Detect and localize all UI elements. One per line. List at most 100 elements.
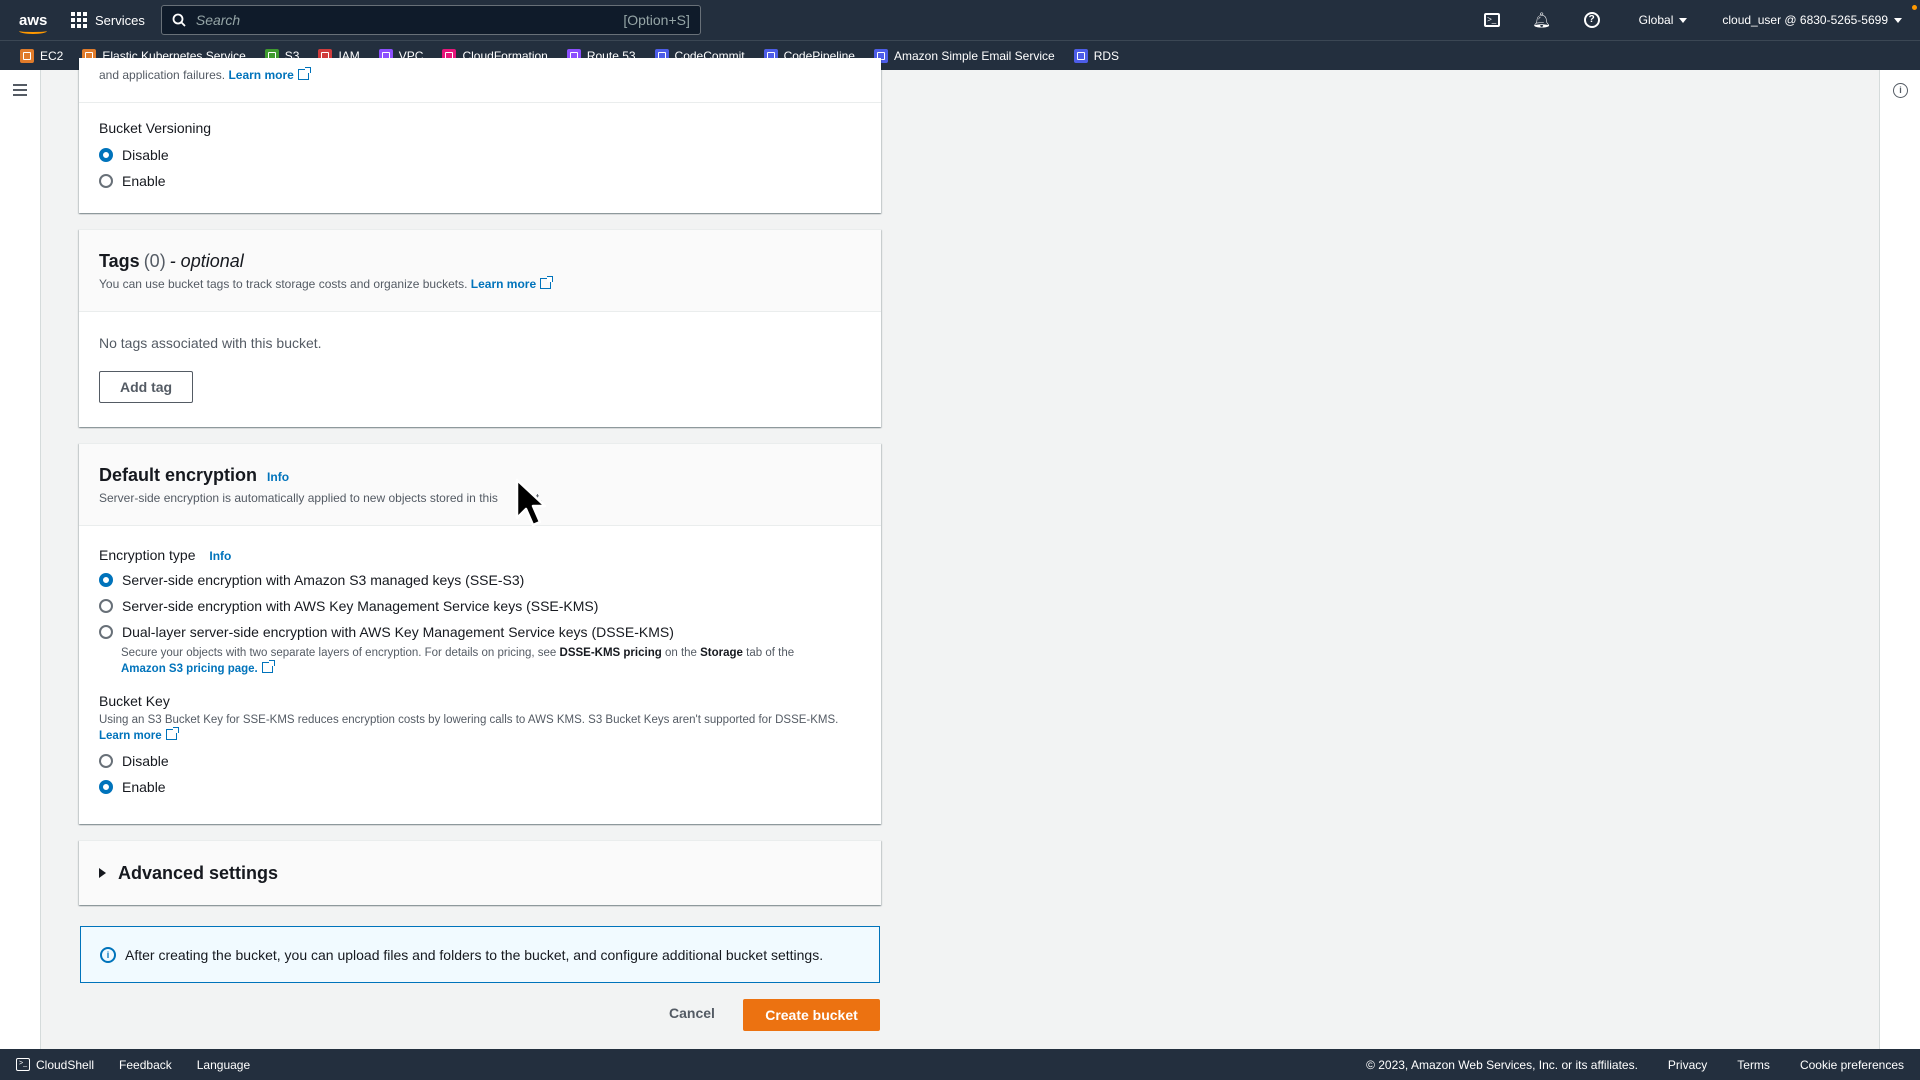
services-menu-button[interactable]: Services	[71, 12, 145, 28]
sse-kms-radio[interactable]: Server-side encryption with AWS Key Mana…	[99, 593, 861, 619]
versioning-enable-radio[interactable]: Enable	[99, 168, 861, 194]
help-icon: ?	[1583, 12, 1600, 28]
tags-learn-more-link[interactable]: Learn more	[471, 277, 536, 291]
search-input[interactable]: Search [Option+S]	[160, 5, 701, 35]
top-fragment: and application failures. Learn more	[79, 58, 881, 103]
bell-icon: 🔔︎	[1532, 12, 1552, 29]
feedback-link[interactable]: Feedback	[119, 1058, 172, 1072]
aws-smile-icon	[19, 28, 47, 34]
s3-pricing-page-link[interactable]: Amazon S3 pricing page.	[121, 663, 258, 675]
learn-more-link[interactable]: Learn more	[228, 68, 293, 82]
radio-selected-icon	[99, 573, 113, 587]
cloudshell-icon: >_	[16, 1058, 30, 1071]
terms-link[interactable]: Terms	[1737, 1058, 1770, 1072]
cloudshell-button[interactable]: >_	[1467, 13, 1517, 27]
bucket-key-label: Bucket Key	[99, 693, 170, 709]
grid-icon	[71, 12, 87, 28]
radio-label: Enable	[122, 779, 166, 795]
info-icon[interactable]: i	[1893, 83, 1908, 98]
aws-logo[interactable]: aws	[19, 11, 49, 34]
left-navigation-rail	[0, 70, 41, 1049]
account-menu[interactable]: cloud_user @ 6830-5265-5699	[1722, 13, 1902, 27]
sse-s3-radio[interactable]: Server-side encryption with Amazon S3 ma…	[99, 567, 861, 593]
info-icon: i	[100, 946, 116, 963]
versioning-disable-radio[interactable]: Disable	[99, 142, 861, 168]
right-help-rail: i	[1879, 70, 1920, 1049]
tags-description-text: You can use bucket tags to track storage…	[99, 277, 468, 291]
info-alert: i After creating the bucket, you can upl…	[80, 926, 880, 983]
radio-label: Enable	[122, 173, 166, 189]
external-link-icon	[165, 727, 179, 740]
create-bucket-button[interactable]: Create bucket	[743, 999, 880, 1031]
radio-unselected-icon	[99, 174, 113, 188]
radio-unselected-icon	[99, 625, 113, 639]
cancel-button[interactable]: Cancel	[669, 1005, 715, 1021]
expand-caret-icon	[99, 868, 106, 878]
radio-unselected-icon	[99, 754, 113, 768]
versioning-label: Bucket Versioning	[99, 120, 212, 136]
search-placeholder: Search	[195, 12, 241, 28]
radio-selected-icon	[99, 148, 113, 162]
dsse-sub-text: Secure your objects with two separate la…	[121, 647, 557, 659]
aws-logo-text: aws	[19, 11, 48, 29]
advanced-settings-panel[interactable]: Advanced settings	[79, 840, 881, 905]
top-fragment-text: and application failures.	[99, 68, 226, 82]
dsse-kms-radio[interactable]: Dual-layer server-side encryption with A…	[99, 619, 861, 645]
account-label: cloud_user @ 6830-5265-5699	[1722, 13, 1888, 27]
footer: >_ CloudShell Feedback Language © 2023, A…	[0, 1049, 1920, 1080]
encryption-info-link[interactable]: Info	[267, 470, 289, 484]
dsse-kms-description: Secure your objects with two separate la…	[99, 645, 861, 677]
footer-right-links: © 2023, Amazon Web Services, Inc. or its…	[1366, 1058, 1904, 1072]
tags-header: Tags (0) - optional You can use bucket t…	[79, 230, 881, 312]
encryption-title: Default encryption Info	[99, 465, 861, 486]
favorite-label: Amazon Simple Email Service	[893, 48, 1055, 63]
bucket-key-disable-radio[interactable]: Disable	[99, 748, 861, 774]
notifications-button[interactable]: 🔔︎	[1517, 11, 1567, 29]
region-label: Global	[1638, 13, 1674, 27]
encryption-type-text: Encryption type	[99, 547, 196, 563]
bucket-key-learn-more-link[interactable]: Learn more	[99, 730, 162, 742]
favorite-ses[interactable]: Amazon Simple Email Service	[873, 48, 1055, 63]
alert-text: After creating the bucket, you can uploa…	[125, 946, 824, 963]
tags-optional: - optional	[169, 251, 244, 271]
favorite-label: RDS	[1093, 48, 1120, 63]
rds-icon	[1073, 48, 1088, 63]
privacy-link[interactable]: Privacy	[1668, 1058, 1707, 1072]
copyright-text: © 2023, Amazon Web Services, Inc. or its…	[1366, 1057, 1638, 1072]
cookie-preferences-link[interactable]: Cookie preferences	[1800, 1058, 1904, 1072]
radio-selected-icon	[99, 780, 113, 794]
search-icon	[172, 13, 186, 27]
caret-down-icon	[1894, 17, 1902, 23]
favorite-ec2[interactable]: EC2	[20, 48, 63, 63]
bucket-key-description-text: Using an S3 Bucket Key for SSE-KMS reduc…	[99, 714, 839, 726]
bucket-key-description: Using an S3 Bucket Key for SSE-KMS reduc…	[99, 712, 861, 744]
caret-down-icon	[1679, 17, 1688, 23]
tags-title-text: Tags	[99, 251, 140, 271]
encryption-header: Default encryption Info Server-side encr…	[79, 444, 881, 526]
radio-label: Server-side encryption with AWS Key Mana…	[122, 598, 599, 614]
help-button[interactable]: ?	[1567, 12, 1617, 28]
tags-title: Tags (0) - optional	[99, 251, 861, 272]
region-selector[interactable]: Global	[1639, 13, 1688, 27]
dsse-sub-text: tab of the	[746, 647, 795, 659]
mouse-pointer-icon	[515, 478, 547, 527]
search-shortcut: [Option+S]	[623, 12, 690, 28]
menu-icon[interactable]	[13, 84, 27, 99]
notification-dot-icon	[1912, 5, 1917, 10]
add-tag-button[interactable]: Add tag	[99, 371, 194, 403]
favorite-rds[interactable]: RDS	[1073, 48, 1120, 63]
cloudshell-icon: >_	[1483, 13, 1500, 27]
tags-panel: Tags (0) - optional You can use bucket t…	[79, 229, 881, 427]
radio-label: Disable	[122, 753, 169, 769]
external-link-icon	[261, 660, 275, 673]
cloudshell-footer-button[interactable]: >_ CloudShell	[16, 1058, 94, 1072]
language-link[interactable]: Language	[197, 1058, 250, 1072]
encryption-description-part1: Server-side encryption is automatically …	[99, 491, 498, 505]
radio-label: Disable	[122, 147, 169, 163]
services-label: Services	[95, 12, 145, 28]
ec2-icon	[20, 48, 34, 63]
encryption-type-info-link[interactable]: Info	[209, 549, 231, 563]
no-tags-text: No tags associated with this bucket.	[99, 335, 322, 351]
bucket-key-enable-radio[interactable]: Enable	[99, 774, 861, 800]
tags-count: (0)	[143, 251, 166, 271]
